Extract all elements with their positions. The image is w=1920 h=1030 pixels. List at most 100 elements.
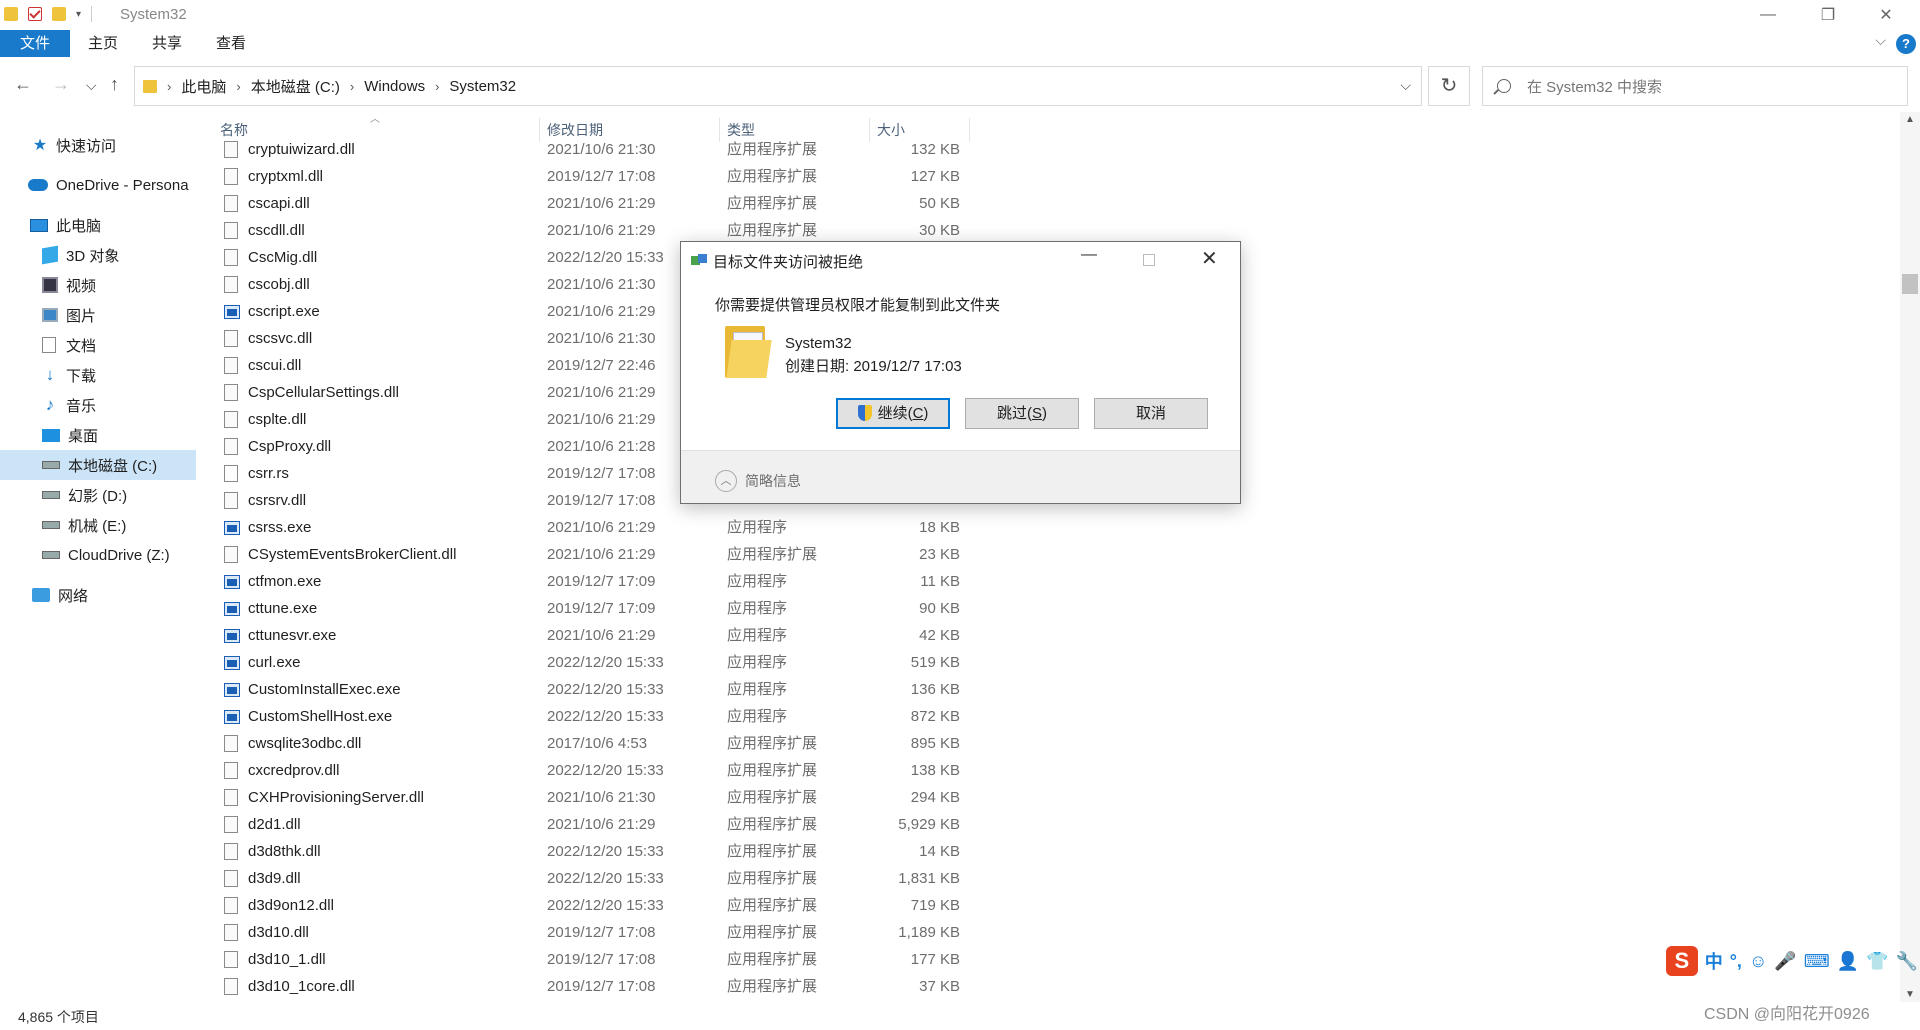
file-name: CspProxy.dll (248, 438, 332, 455)
file-row[interactable]: CSystemEventsBrokerClient.dll 2021/10/6 2… (220, 541, 980, 568)
file-size: 1,189 KB (898, 924, 960, 941)
expand-ribbon-icon[interactable]: ⌵ (1875, 32, 1886, 49)
back-icon[interactable]: ← (14, 74, 32, 95)
vertical-scrollbar[interactable]: ▲ ▼ (1900, 112, 1920, 1002)
tab-file[interactable]: 文件 (0, 30, 71, 57)
breadcrumb-this-pc[interactable]: 此电脑 (181, 76, 226, 97)
file-row[interactable]: cryptuiwizard.dll 2021/10/6 21:30 应用程序扩展 13… (220, 136, 980, 163)
file-row[interactable]: d3d10.dll 2019/12/7 17:08 应用程序扩展 1,189 KB (220, 919, 980, 946)
file-name: d3d10_1core.dll (248, 978, 355, 995)
keyboard-icon[interactable]: ⌨ (1804, 951, 1830, 972)
file-row[interactable]: d3d10_1.dll 2019/12/7 17:08 应用程序扩展 177 KB (220, 946, 980, 973)
skip-button[interactable]: 跳过(S) (965, 398, 1079, 429)
dll-file-icon (224, 249, 238, 266)
sidebar-item-documents[interactable]: 文档 (0, 330, 196, 360)
sidebar-item-downloads[interactable]: ↓ 下载 (0, 360, 196, 390)
restore-button[interactable]: ❐ (1800, 0, 1856, 30)
microphone-icon[interactable]: 🎤 (1774, 951, 1796, 972)
application-icon (224, 656, 240, 670)
sidebar-item-desktop[interactable]: 桌面 (0, 420, 196, 450)
file-row[interactable]: cxcredprov.dll 2022/12/20 15:33 应用程序扩展 138 … (220, 757, 980, 784)
file-row[interactable]: cwsqlite3odbc.dll 2017/10/6 4:53 应用程序扩展 895… (220, 730, 980, 757)
search-input[interactable]: 在 System32 中搜索 (1482, 66, 1908, 106)
file-row[interactable]: d3d10_1core.dll 2019/12/7 17:08 应用程序扩展 37 K… (220, 973, 980, 1000)
download-icon: ↓ (45, 365, 55, 384)
sidebar-item-music[interactable]: ♪ 音乐 (0, 390, 196, 420)
properties-icon[interactable] (28, 7, 42, 21)
chevron-right-icon[interactable]: › (435, 79, 439, 94)
sidebar-item-videos[interactable]: 视频 (0, 270, 196, 300)
file-row[interactable]: cttune.exe 2019/12/7 17:09 应用程序 90 KB (220, 595, 980, 622)
sidebar-item-pictures[interactable]: 图片 (0, 300, 196, 330)
customize-toolbar-icon[interactable]: ▾ (76, 9, 81, 20)
dialog-close-button[interactable]: ✕ (1201, 246, 1218, 271)
emoji-icon[interactable]: ☺ (1749, 951, 1767, 972)
chevron-down-icon[interactable]: ⌵ (1400, 77, 1411, 94)
scroll-thumb[interactable] (1902, 274, 1918, 294)
file-row[interactable]: d3d9.dll 2022/12/20 15:33 应用程序扩展 1,831 KB (220, 865, 980, 892)
file-row[interactable]: cscapi.dll 2021/10/6 21:29 应用程序扩展 50 KB (220, 190, 980, 217)
sogou-logo-icon[interactable]: S (1666, 946, 1698, 976)
scroll-down-icon[interactable]: ▼ (1905, 989, 1915, 1000)
chevron-right-icon[interactable]: › (350, 79, 354, 94)
continue-button[interactable]: 继续(C) (836, 398, 950, 429)
file-name: csrsrv.dll (248, 492, 307, 509)
file-row[interactable]: CXHProvisioningServer.dll 2021/10/6 21:30… (220, 784, 980, 811)
sidebar-item-local-disk-c[interactable]: 本地磁盘 (C:) (0, 450, 196, 480)
refresh-button[interactable]: ↻ (1428, 66, 1470, 106)
chevron-right-icon[interactable]: › (236, 79, 240, 94)
file-size: 177 KB (910, 951, 960, 968)
file-row[interactable]: curl.exe 2022/12/20 15:33 应用程序 519 KB (220, 649, 980, 676)
sidebar-item-drive-e[interactable]: 机械 (E:) (0, 510, 196, 540)
sidebar-item-quick-access[interactable]: ★ 快速访问 (0, 130, 196, 160)
sidebar-item-this-pc[interactable]: 此电脑 (0, 210, 196, 240)
tools-icon[interactable]: 🔧 (1896, 951, 1918, 972)
sidebar-item-label: 快速访问 (56, 137, 117, 155)
file-row[interactable]: ctfmon.exe 2019/12/7 17:09 应用程序 11 KB (220, 568, 980, 595)
file-name: cscapi.dll (248, 195, 310, 212)
tab-home[interactable]: 主页 (74, 30, 132, 57)
chevron-right-icon[interactable]: › (167, 79, 171, 94)
skin-icon[interactable]: 👕 (1866, 951, 1888, 972)
tab-view[interactable]: 查看 (202, 30, 260, 57)
address-bar[interactable]: › 此电脑 › 本地磁盘 (C:) › Windows › System32 ⌵ (134, 66, 1422, 106)
close-button[interactable]: ✕ (1858, 0, 1914, 30)
sidebar-item-label: OneDrive - Persona (56, 176, 189, 194)
dialog-minimize-button[interactable]: — (1081, 246, 1097, 264)
punctuation-icon[interactable]: °, (1730, 951, 1742, 972)
sidebar-item-clouddrive-z[interactable]: CloudDrive (Z:) (0, 540, 196, 570)
sidebar-item-network[interactable]: 网络 (0, 580, 196, 610)
file-row[interactable]: csrss.exe 2021/10/6 21:29 应用程序 18 KB (220, 514, 980, 541)
sidebar-item-3d-objects[interactable]: 3D 对象 (0, 240, 196, 270)
file-row[interactable]: cryptxml.dll 2019/12/7 17:08 应用程序扩展 127 KB (220, 163, 980, 190)
scroll-up-icon[interactable]: ▲ (1905, 114, 1915, 125)
sidebar-item-drive-d[interactable]: 幻影 (D:) (0, 480, 196, 510)
tab-share[interactable]: 共享 (138, 30, 196, 57)
dialog-folder-name: System32 (785, 335, 852, 352)
file-row[interactable]: d3d9on12.dll 2022/12/20 15:33 应用程序扩展 719 KB (220, 892, 980, 919)
fewer-details-link[interactable]: 简略信息 (745, 471, 801, 491)
breadcrumb-windows[interactable]: Windows (364, 78, 425, 95)
up-icon[interactable]: ↑ (110, 74, 119, 95)
file-row[interactable]: CustomInstallExec.exe 2022/12/20 15:33 应用程… (220, 676, 980, 703)
minimize-button[interactable]: — (1740, 0, 1796, 30)
chinese-mode-icon[interactable]: 中 (1705, 948, 1723, 974)
breadcrumb-system32[interactable]: System32 (449, 78, 516, 95)
breadcrumb-local-disk[interactable]: 本地磁盘 (C:) (251, 76, 340, 97)
cancel-button[interactable]: 取消 (1094, 398, 1208, 429)
file-row[interactable]: cttunesvr.exe 2021/10/6 21:29 应用程序 42 KB (220, 622, 980, 649)
skip-paren: ) (1042, 405, 1047, 422)
file-date: 2019/12/7 17:08 (547, 978, 656, 995)
file-row[interactable]: cscdll.dll 2021/10/6 21:29 应用程序扩展 30 KB (220, 217, 980, 244)
file-row[interactable]: d2d1.dll 2021/10/6 21:29 应用程序扩展 5,929 KB (220, 811, 980, 838)
file-row[interactable]: d3d8thk.dll 2022/12/20 15:33 应用程序扩展 14 KB (220, 838, 980, 865)
navigation-pane: ★ 快速访问 OneDrive - Persona 此电脑 3D 对象 视频 图… (0, 118, 196, 1008)
sidebar-item-onedrive[interactable]: OneDrive - Persona (0, 170, 196, 200)
help-icon[interactable]: ? (1896, 34, 1916, 54)
recent-locations-icon[interactable]: ⌵ (86, 77, 97, 94)
file-row[interactable]: CustomShellHost.exe 2022/12/20 15:33 应用程序 8… (220, 703, 980, 730)
forward-icon[interactable]: → (52, 74, 70, 95)
user-icon[interactable]: 👤 (1837, 951, 1859, 972)
new-folder-icon[interactable] (52, 7, 66, 21)
collapse-details-icon[interactable]: ︿ (715, 470, 737, 492)
